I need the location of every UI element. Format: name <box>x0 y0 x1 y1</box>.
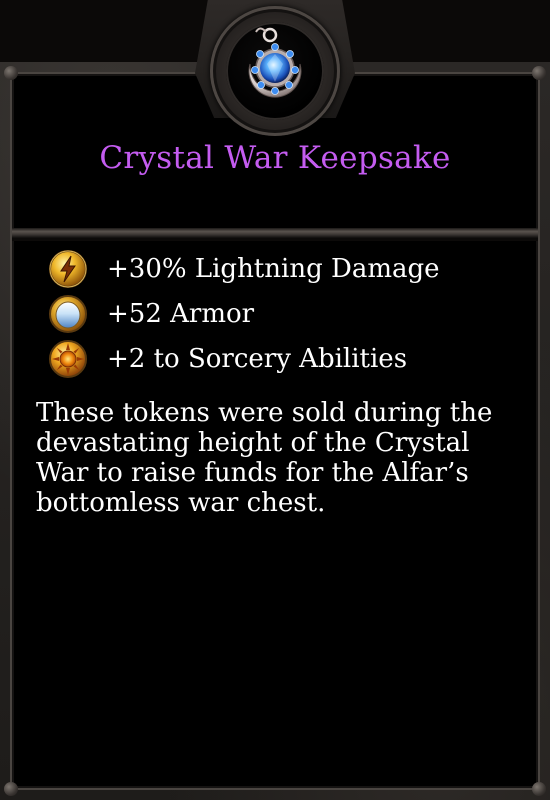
stat-row-lightning: +30% Lightning Damage <box>48 249 440 289</box>
flavor-text: These tokens were sold during the devast… <box>36 398 493 518</box>
lightning-icon <box>49 250 87 288</box>
item-name: Crystal War Keepsake <box>99 140 451 176</box>
armor-icon <box>49 295 87 333</box>
frame-rivet <box>4 66 18 80</box>
item-tooltip: Crystal War Keepsake +30% Lightning Dama… <box>0 0 550 800</box>
stat-row-armor: +52 Armor <box>48 294 254 334</box>
stat-text: +30% Lightning Damage <box>107 254 440 284</box>
stat-text: +52 Armor <box>107 299 255 329</box>
amulet-blue-gem-icon <box>248 27 302 98</box>
frame-rivet <box>532 782 546 796</box>
frame-rivet <box>4 782 18 796</box>
header-divider <box>12 228 538 241</box>
frame-rivet <box>532 66 546 80</box>
stat-row-sorcery: +2 to Sorcery Abilities <box>48 339 407 379</box>
sorcery-icon <box>49 340 87 378</box>
stat-text: +2 to Sorcery Abilities <box>107 344 408 374</box>
